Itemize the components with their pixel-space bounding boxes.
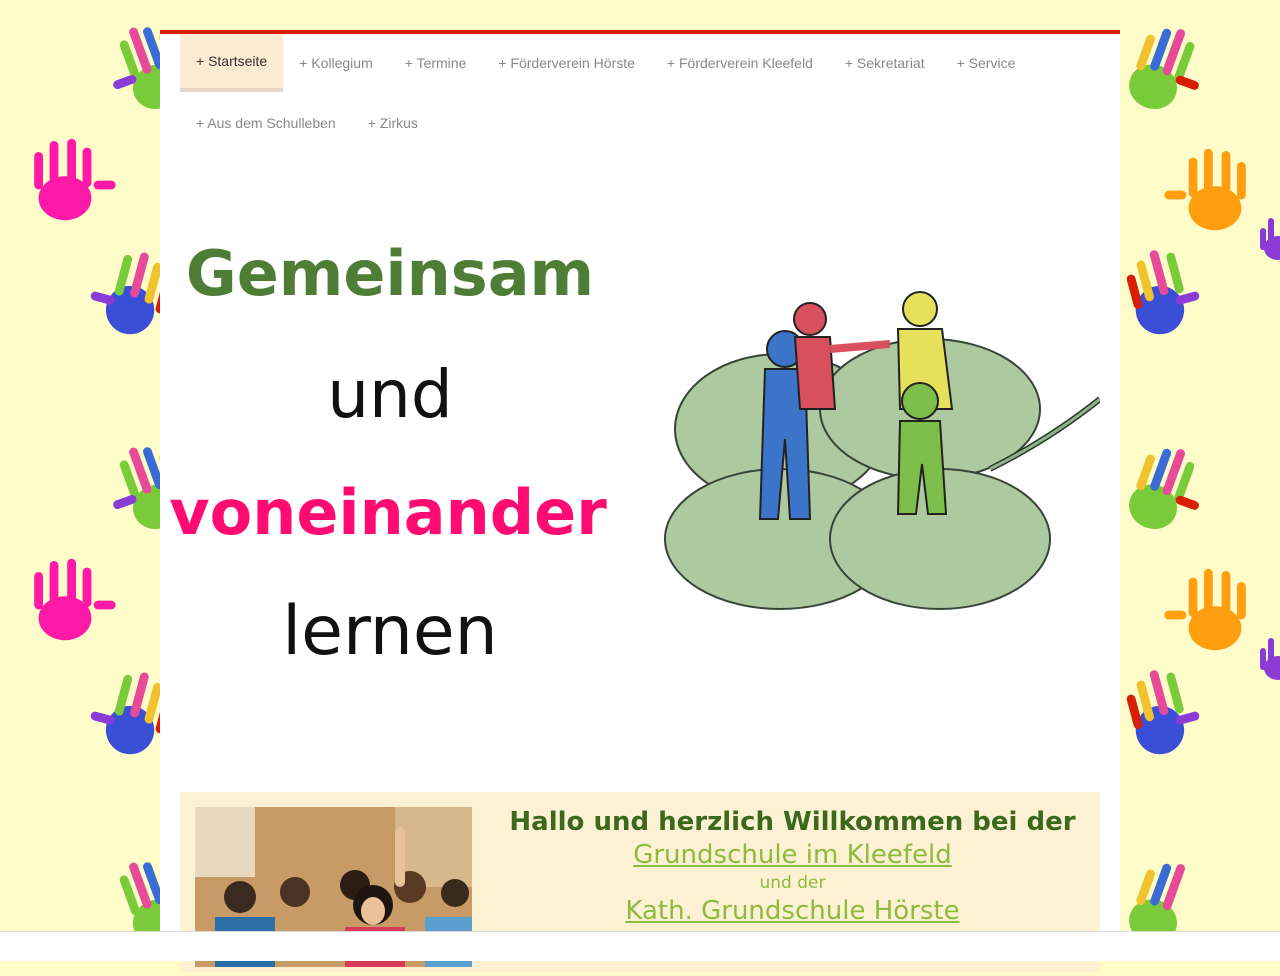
nav-item-termine[interactable]: + Termine bbox=[389, 34, 483, 92]
handprint-icon bbox=[10, 550, 120, 660]
nav-item-kollegium[interactable]: + Kollegium bbox=[283, 34, 389, 92]
main-navigation: + Startseite + Kollegium + Termine + För… bbox=[180, 34, 1100, 154]
bottom-bar bbox=[0, 931, 1280, 961]
nav-item-foerderverein-kleefeld[interactable]: + Förderverein Kleefeld bbox=[651, 34, 829, 92]
nav-item-startseite[interactable]: + Startseite bbox=[180, 34, 284, 92]
school-link-kleefeld[interactable]: Grundschule im Kleefeld bbox=[633, 840, 952, 870]
nav-item-zirkus[interactable]: + Zirkus bbox=[352, 92, 434, 154]
nav-row: + Aus dem Schulleben + Zirkus bbox=[180, 92, 1100, 154]
school-link-hoerste[interactable]: Kath. Grundschule Hörste bbox=[625, 896, 959, 926]
slogan-word: und bbox=[327, 356, 453, 433]
nav-row: + Startseite + Kollegium + Termine + För… bbox=[180, 34, 1100, 92]
handprint-icon bbox=[1250, 630, 1280, 690]
content-page: + Startseite + Kollegium + Termine + För… bbox=[160, 30, 1120, 972]
hero-banner: Gemeinsam und voneinander lernen bbox=[160, 184, 1120, 784]
slogan-word: voneinander bbox=[169, 476, 607, 549]
clover-children-illustration bbox=[660, 289, 1102, 629]
slogan-word: lernen bbox=[282, 592, 498, 671]
nav-item-service[interactable]: + Service bbox=[941, 34, 1032, 92]
handprint-icon bbox=[1250, 210, 1280, 270]
welcome-connector: und der bbox=[759, 873, 826, 893]
nav-item-foerderverein-hoerste[interactable]: + Förderverein Hörste bbox=[482, 34, 651, 92]
welcome-text: Hallo und herzlich Willkommen bei der Gr… bbox=[500, 806, 1085, 928]
welcome-heading: Hallo und herzlich Willkommen bei der bbox=[509, 807, 1076, 837]
nav-item-sekretariat[interactable]: + Sekretariat bbox=[829, 34, 941, 92]
slogan-word: Gemeinsam bbox=[185, 237, 595, 310]
nav-item-schulleben[interactable]: + Aus dem Schulleben bbox=[180, 92, 352, 154]
handprint-icon bbox=[10, 130, 120, 240]
